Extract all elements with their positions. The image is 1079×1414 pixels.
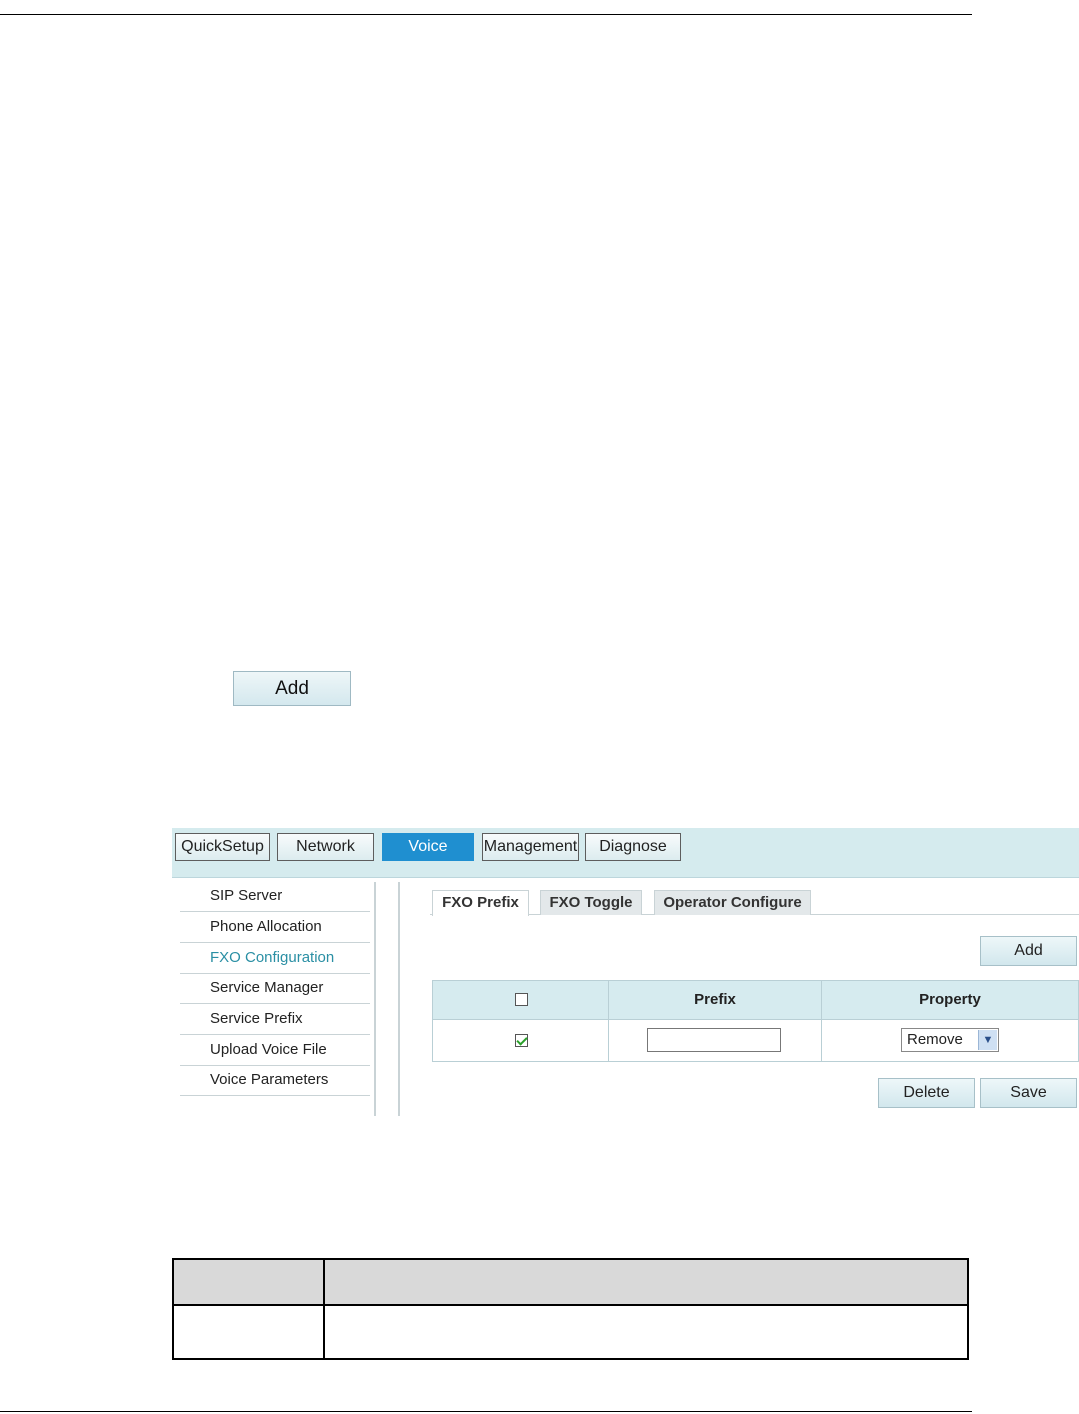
description-table	[172, 1258, 969, 1360]
content-panel: FXO Prefix FXO Toggle Operator Configure…	[398, 882, 1079, 1116]
sidebar-item-fxo-configuration[interactable]: FXO Configuration	[180, 944, 370, 974]
prefix-header: Prefix	[694, 991, 736, 1008]
sidebar-item-service-prefix[interactable]: Service Prefix	[180, 1005, 370, 1035]
sidebar-item-sip-server[interactable]: SIP Server	[180, 882, 370, 912]
tab-operator-configure[interactable]: Operator Configure	[654, 890, 811, 915]
select-all-checkbox[interactable]	[515, 993, 528, 1006]
chevron-down-icon[interactable]: ▼	[978, 1030, 997, 1050]
sidebar-item-phone-allocation[interactable]: Phone Allocation	[180, 913, 370, 943]
header-rule	[0, 14, 972, 15]
column-divider	[323, 1260, 325, 1358]
add-prefix-button[interactable]: Add	[980, 936, 1077, 966]
nav-quicksetup[interactable]: QuickSetup	[175, 833, 270, 861]
fxo-prefix-screenshot: QuickSetup Network Voice Management Diag…	[172, 828, 1079, 1116]
nav-management[interactable]: Management	[482, 833, 579, 861]
delete-button[interactable]: Delete	[878, 1078, 975, 1108]
footer-rule	[0, 1411, 972, 1412]
property-value: Remove	[907, 1031, 963, 1048]
nav-network[interactable]: Network	[277, 833, 374, 861]
prefix-table: Prefix Property Remove ▼	[432, 980, 1079, 1062]
sidebar: SIP Server Phone Allocation FXO Configur…	[176, 882, 376, 1116]
sidebar-item-service-manager[interactable]: Service Manager	[180, 974, 370, 1004]
nav-voice[interactable]: Voice	[382, 833, 474, 861]
row-divider	[433, 1019, 1078, 1020]
row-checkbox[interactable]	[515, 1034, 528, 1047]
property-select[interactable]: Remove ▼	[901, 1028, 999, 1052]
property-header: Property	[919, 991, 981, 1008]
table-header-row	[174, 1260, 967, 1306]
sidebar-item-upload-voice-file[interactable]: Upload Voice File	[180, 1036, 370, 1066]
tab-fxo-toggle[interactable]: FXO Toggle	[540, 890, 642, 915]
add-button[interactable]: Add	[233, 671, 351, 706]
tab-fxo-prefix[interactable]: FXO Prefix	[432, 890, 529, 916]
nav-diagnose[interactable]: Diagnose	[585, 833, 681, 861]
prefix-input[interactable]	[647, 1028, 781, 1052]
save-button[interactable]: Save	[980, 1078, 1077, 1108]
top-nav: QuickSetup Network Voice Management Diag…	[172, 828, 1079, 878]
sidebar-item-voice-parameters[interactable]: Voice Parameters	[180, 1066, 370, 1096]
